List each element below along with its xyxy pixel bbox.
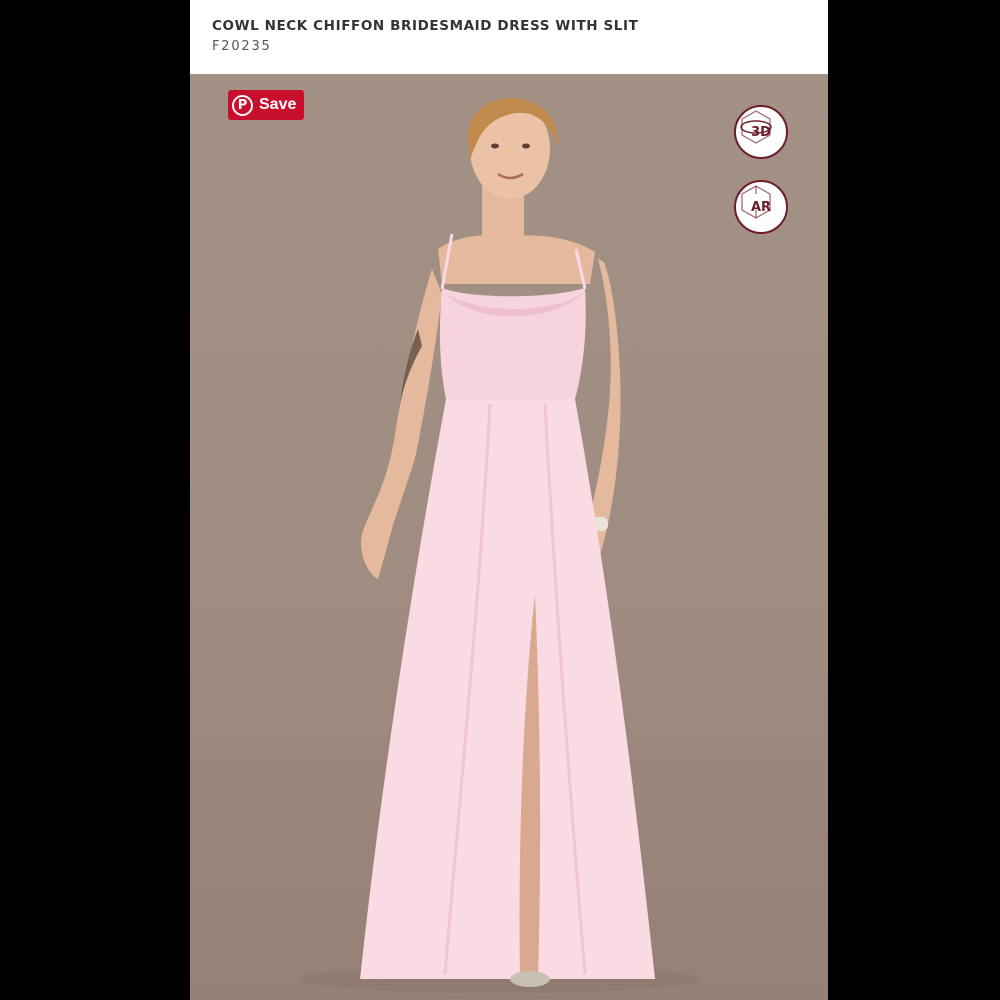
view-ar-label: AR <box>750 199 772 215</box>
view-ar-button[interactable]: AR <box>734 180 788 234</box>
product-title: COWL NECK CHIFFON BRIDESMAID DRESS WITH … <box>212 18 639 34</box>
product-image-panel: COWL NECK CHIFFON BRIDESMAID DRESS WITH … <box>190 0 828 1000</box>
view-3d-button[interactable]: 3D <box>734 105 788 159</box>
model-illustration <box>300 98 700 993</box>
pinterest-save-button[interactable]: P Save <box>228 90 304 120</box>
save-button-label: Save <box>259 96 297 113</box>
product-header: COWL NECK CHIFFON BRIDESMAID DRESS WITH … <box>190 0 828 74</box>
product-photo[interactable]: P Save 3D AR <box>190 74 828 1000</box>
pinterest-icon: P <box>232 94 253 116</box>
view-3d-label: 3D <box>751 124 771 140</box>
product-sku: F20235 <box>212 39 272 54</box>
shoulders <box>438 235 595 284</box>
shoe <box>510 971 550 987</box>
